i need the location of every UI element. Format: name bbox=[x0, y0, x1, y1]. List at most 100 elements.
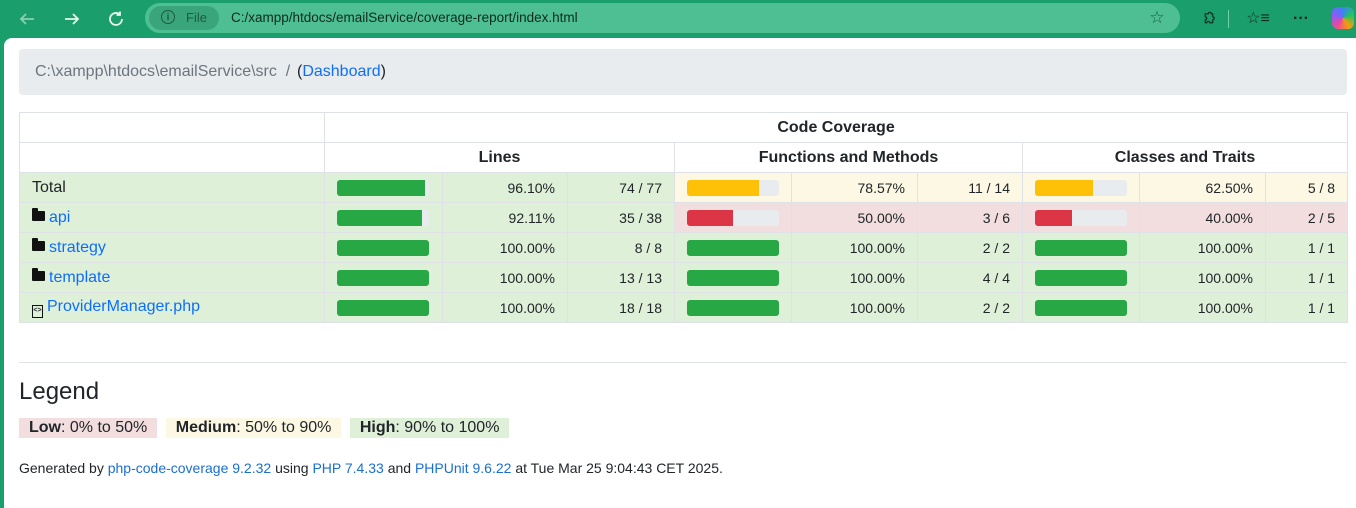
code-file-icon: <> bbox=[32, 304, 43, 318]
total-label: Total bbox=[32, 178, 66, 196]
breadcrumb-dashboard-group: (Dashboard) bbox=[297, 49, 386, 95]
lines-progress-bar bbox=[337, 269, 429, 286]
footer-generated-by: Generated by bbox=[19, 460, 104, 476]
lines-ratio: 13 / 13 bbox=[567, 262, 675, 293]
legend-high-range: : 90% to 100% bbox=[395, 419, 500, 436]
classes-progress-fill bbox=[1035, 179, 1093, 196]
table-row: strategy 100.00% 8 / 8 100.00% 2 / 2 100.00% 1… bbox=[19, 232, 1349, 263]
row-name-cell: Total bbox=[19, 172, 325, 203]
lines-progress-bar bbox=[337, 299, 429, 316]
table-row: Total 96.10% 74 / 77 78.57% 11 / 14 62.50% 5 /… bbox=[19, 172, 1349, 203]
lines-progress-fill bbox=[337, 299, 429, 316]
classes-progress-fill bbox=[1035, 239, 1127, 256]
header-functions: Functions and Methods bbox=[674, 142, 1023, 173]
lines-ratio: 74 / 77 bbox=[567, 172, 675, 203]
favorites-icon[interactable]: ☆≡ bbox=[1246, 7, 1270, 31]
lines-percent: 100.00% bbox=[442, 292, 568, 323]
legend: Low: 0% to 50% Medium: 50% to 90% High: … bbox=[19, 418, 513, 438]
functions-progress-bar bbox=[687, 209, 779, 226]
functions-percent: 100.00% bbox=[791, 232, 918, 263]
lines-bar-cell bbox=[324, 292, 443, 323]
classes-ratio: 1 / 1 bbox=[1264, 262, 1349, 293]
lines-bar-cell bbox=[324, 262, 443, 293]
classes-progress-fill bbox=[1035, 269, 1127, 286]
functions-percent: 78.57% bbox=[791, 172, 918, 203]
lines-progress-bar bbox=[337, 179, 429, 196]
refresh-icon[interactable] bbox=[103, 6, 129, 32]
folder-icon bbox=[32, 207, 45, 221]
phpunit-link[interactable]: PHPUnit 9.6.22 bbox=[415, 460, 512, 476]
classes-ratio: 5 / 8 bbox=[1264, 172, 1349, 203]
legend-high-label: High bbox=[359, 419, 396, 436]
functions-bar-cell bbox=[674, 262, 792, 293]
classes-percent: 100.00% bbox=[1139, 232, 1266, 263]
classes-progress-bar bbox=[1035, 179, 1127, 196]
classes-progress-fill bbox=[1035, 299, 1127, 316]
lines-progress-fill bbox=[337, 209, 422, 226]
table-row: <> ProviderManager.php 100.00% 18 / 18 100.0… bbox=[19, 292, 1349, 323]
classes-bar-cell bbox=[1022, 232, 1140, 263]
info-icon: i bbox=[161, 10, 175, 24]
address-bar[interactable]: i File C:/xampp/htdocs/emailService/cove… bbox=[145, 3, 1180, 33]
legend-title: Legend bbox=[19, 378, 100, 405]
row-name-cell: strategy bbox=[19, 232, 325, 263]
functions-progress-bar bbox=[687, 179, 779, 196]
url-text[interactable]: C:/xampp/htdocs/emailService/coverage-re… bbox=[231, 3, 578, 33]
functions-ratio: 2 / 2 bbox=[917, 292, 1023, 323]
functions-progress-fill bbox=[687, 269, 779, 286]
copilot-icon[interactable] bbox=[1332, 7, 1354, 29]
header-code-coverage: Code Coverage bbox=[323, 112, 1349, 143]
entry-link[interactable]: strategy bbox=[49, 239, 106, 256]
footer-timestamp: at Tue Mar 25 9:04:43 CET 2025. bbox=[515, 460, 723, 476]
classes-percent: 62.50% bbox=[1139, 172, 1266, 203]
classes-progress-bar bbox=[1035, 269, 1127, 286]
dashboard-link[interactable]: Dashboard bbox=[302, 63, 380, 80]
lines-percent: 100.00% bbox=[442, 262, 568, 293]
functions-ratio: 11 / 14 bbox=[917, 172, 1023, 203]
functions-progress-fill bbox=[687, 239, 779, 256]
entry-link[interactable]: ProviderManager.php bbox=[47, 298, 200, 315]
lines-progress-fill bbox=[337, 269, 429, 286]
browser-toolbar: i File C:/xampp/htdocs/emailService/cove… bbox=[0, 0, 1356, 38]
back-arrow-icon[interactable] bbox=[14, 6, 40, 32]
toolbar-divider bbox=[1228, 10, 1229, 28]
functions-progress-bar bbox=[687, 269, 779, 286]
entry-link[interactable]: api bbox=[49, 209, 70, 226]
legend-low: Low: 0% to 50% bbox=[19, 418, 158, 438]
classes-bar-cell bbox=[1022, 292, 1140, 323]
functions-progress-fill bbox=[687, 179, 760, 196]
classes-percent: 100.00% bbox=[1139, 292, 1266, 323]
row-name-cell: api bbox=[19, 202, 325, 233]
extensions-icon[interactable] bbox=[1197, 7, 1221, 31]
legend-high: High: 90% to 100% bbox=[349, 418, 510, 438]
favorite-star-icon[interactable]: ☆ bbox=[1148, 9, 1166, 27]
functions-ratio: 4 / 4 bbox=[917, 262, 1023, 293]
lines-progress-fill bbox=[337, 179, 426, 196]
php-code-coverage-link[interactable]: php-code-coverage 9.2.32 bbox=[108, 460, 271, 476]
header-lines: Lines bbox=[324, 142, 675, 173]
functions-ratio: 3 / 6 bbox=[917, 202, 1023, 233]
functions-bar-cell bbox=[674, 172, 792, 203]
breadcrumb-separator: / bbox=[285, 63, 291, 80]
forward-arrow-icon[interactable] bbox=[59, 6, 85, 32]
table-row: template 100.00% 13 / 13 100.00% 4 / 4 100.00… bbox=[19, 262, 1349, 293]
lines-percent: 92.11% bbox=[442, 202, 568, 233]
header-classes: Classes and Traits bbox=[1021, 142, 1349, 173]
php-link[interactable]: PHP 7.4.33 bbox=[312, 460, 383, 476]
more-menu-icon[interactable]: ··· bbox=[1289, 7, 1313, 31]
coverage-table: Code Coverage Lines Functions and Method… bbox=[19, 112, 1349, 323]
site-info-chip[interactable]: i File bbox=[149, 6, 219, 30]
legend-low-range: : 0% to 50% bbox=[61, 419, 148, 436]
row-name-cell: <> ProviderManager.php bbox=[19, 292, 325, 323]
header-empty bbox=[19, 112, 325, 143]
table-row: api 92.11% 35 / 38 50.00% 3 / 6 40.00% 2 / 5 bbox=[19, 202, 1349, 233]
functions-progress-bar bbox=[687, 299, 779, 316]
functions-percent: 50.00% bbox=[791, 202, 918, 233]
breadcrumb-directory: C:\xampp\htdocs\emailService\src bbox=[35, 63, 277, 80]
lines-ratio: 18 / 18 bbox=[567, 292, 675, 323]
lines-bar-cell bbox=[324, 232, 443, 263]
header-empty-2 bbox=[19, 142, 325, 173]
entry-link[interactable]: template bbox=[49, 269, 110, 286]
functions-percent: 100.00% bbox=[791, 292, 918, 323]
lines-ratio: 35 / 38 bbox=[567, 202, 675, 233]
